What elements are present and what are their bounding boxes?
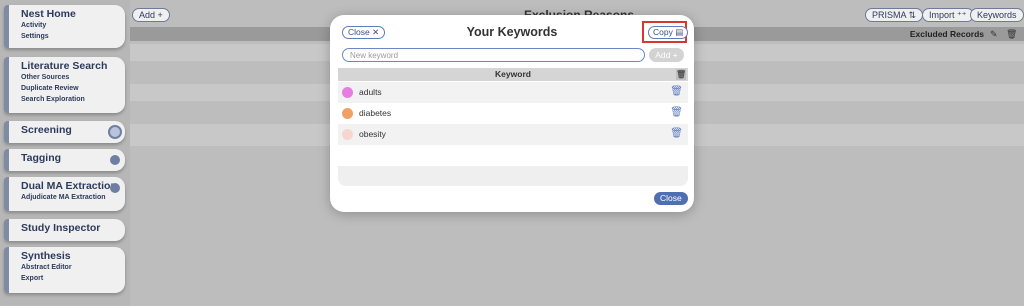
keyword-table-header: Keyword 🗑 (338, 68, 688, 81)
nav-item-settings[interactable]: Settings (21, 31, 125, 42)
trash-icon[interactable]: 🗑 (676, 69, 686, 80)
nav-item-abstract-editor[interactable]: Abstract Editor (21, 262, 125, 273)
copy-button[interactable]: Copy ▤ (648, 26, 689, 39)
modal-title: Your Keywords (466, 25, 558, 39)
nav-item-export[interactable]: Export (21, 273, 125, 284)
new-keyword-input[interactable] (342, 48, 645, 62)
keyword-column-label: Keyword (495, 69, 531, 79)
keywords-modal: Close ✕ Your Keywords Copy ▤ Add + Keywo… (330, 15, 694, 212)
nav-title[interactable]: Synthesis (21, 250, 125, 262)
prisma-button[interactable]: PRISMA ⇅ (865, 8, 924, 22)
gear-icon[interactable] (110, 183, 120, 193)
trash-icon[interactable]: 🗑 (1006, 29, 1017, 40)
trash-icon[interactable]: 🗑 (670, 86, 683, 97)
add-keyword-button[interactable]: Add + (649, 48, 684, 62)
color-dot[interactable] (342, 108, 353, 119)
nav-title[interactable]: Literature Search (21, 60, 125, 72)
nav-dual-ma-extraction[interactable]: Dual MA Extraction Adjudicate MA Extract… (4, 177, 125, 211)
keywords-button[interactable]: Keywords (970, 8, 1024, 22)
color-dot[interactable] (342, 129, 353, 140)
copy-highlight: Copy ▤ (642, 21, 689, 43)
table-footer (338, 166, 688, 186)
gear-icon[interactable] (108, 125, 122, 139)
nav-screening[interactable]: Screening (4, 121, 125, 143)
nav-synthesis[interactable]: Synthesis Abstract Editor Export (4, 247, 125, 293)
keyword-label: obesity (359, 129, 386, 139)
nav-item-search-exploration[interactable]: Search Exploration (21, 94, 125, 105)
close-bottom-button[interactable]: Close (654, 192, 688, 205)
list-item: adults 🗑 (338, 82, 688, 103)
gear-icon[interactable] (110, 155, 120, 165)
sidebar: Nest Home Activity Settings Literature S… (0, 0, 130, 306)
excluded-records-header: Excluded Records (909, 29, 984, 39)
keyword-label: diabetes (359, 108, 392, 118)
list-item: diabetes 🗑 (338, 103, 688, 124)
nav-nest-home[interactable]: Nest Home Activity Settings (4, 5, 125, 48)
nav-tagging[interactable]: Tagging (4, 149, 125, 171)
nav-title[interactable]: Study Inspector (21, 222, 125, 234)
nav-title[interactable]: Nest Home (21, 8, 125, 20)
list-item: obesity 🗑 (338, 124, 688, 145)
keyword-label: adults (359, 87, 382, 97)
import-button[interactable]: Import ⁺⁺ (922, 8, 974, 22)
nav-item-adjudicate[interactable]: Adjudicate MA Extraction (21, 192, 125, 203)
add-reason-button[interactable]: Add + (132, 8, 170, 22)
color-dot[interactable] (342, 87, 353, 98)
trash-icon[interactable]: 🗑 (670, 107, 683, 118)
nav-item-activity[interactable]: Activity (21, 20, 125, 31)
pencil-icon[interactable]: ✎ (990, 29, 1000, 40)
nav-literature-search[interactable]: Literature Search Other Sources Duplicat… (4, 57, 125, 113)
nav-item-other-sources[interactable]: Other Sources (21, 72, 125, 83)
trash-icon[interactable]: 🗑 (670, 128, 683, 139)
nav-study-inspector[interactable]: Study Inspector (4, 219, 125, 241)
nav-item-duplicate-review[interactable]: Duplicate Review (21, 83, 125, 94)
